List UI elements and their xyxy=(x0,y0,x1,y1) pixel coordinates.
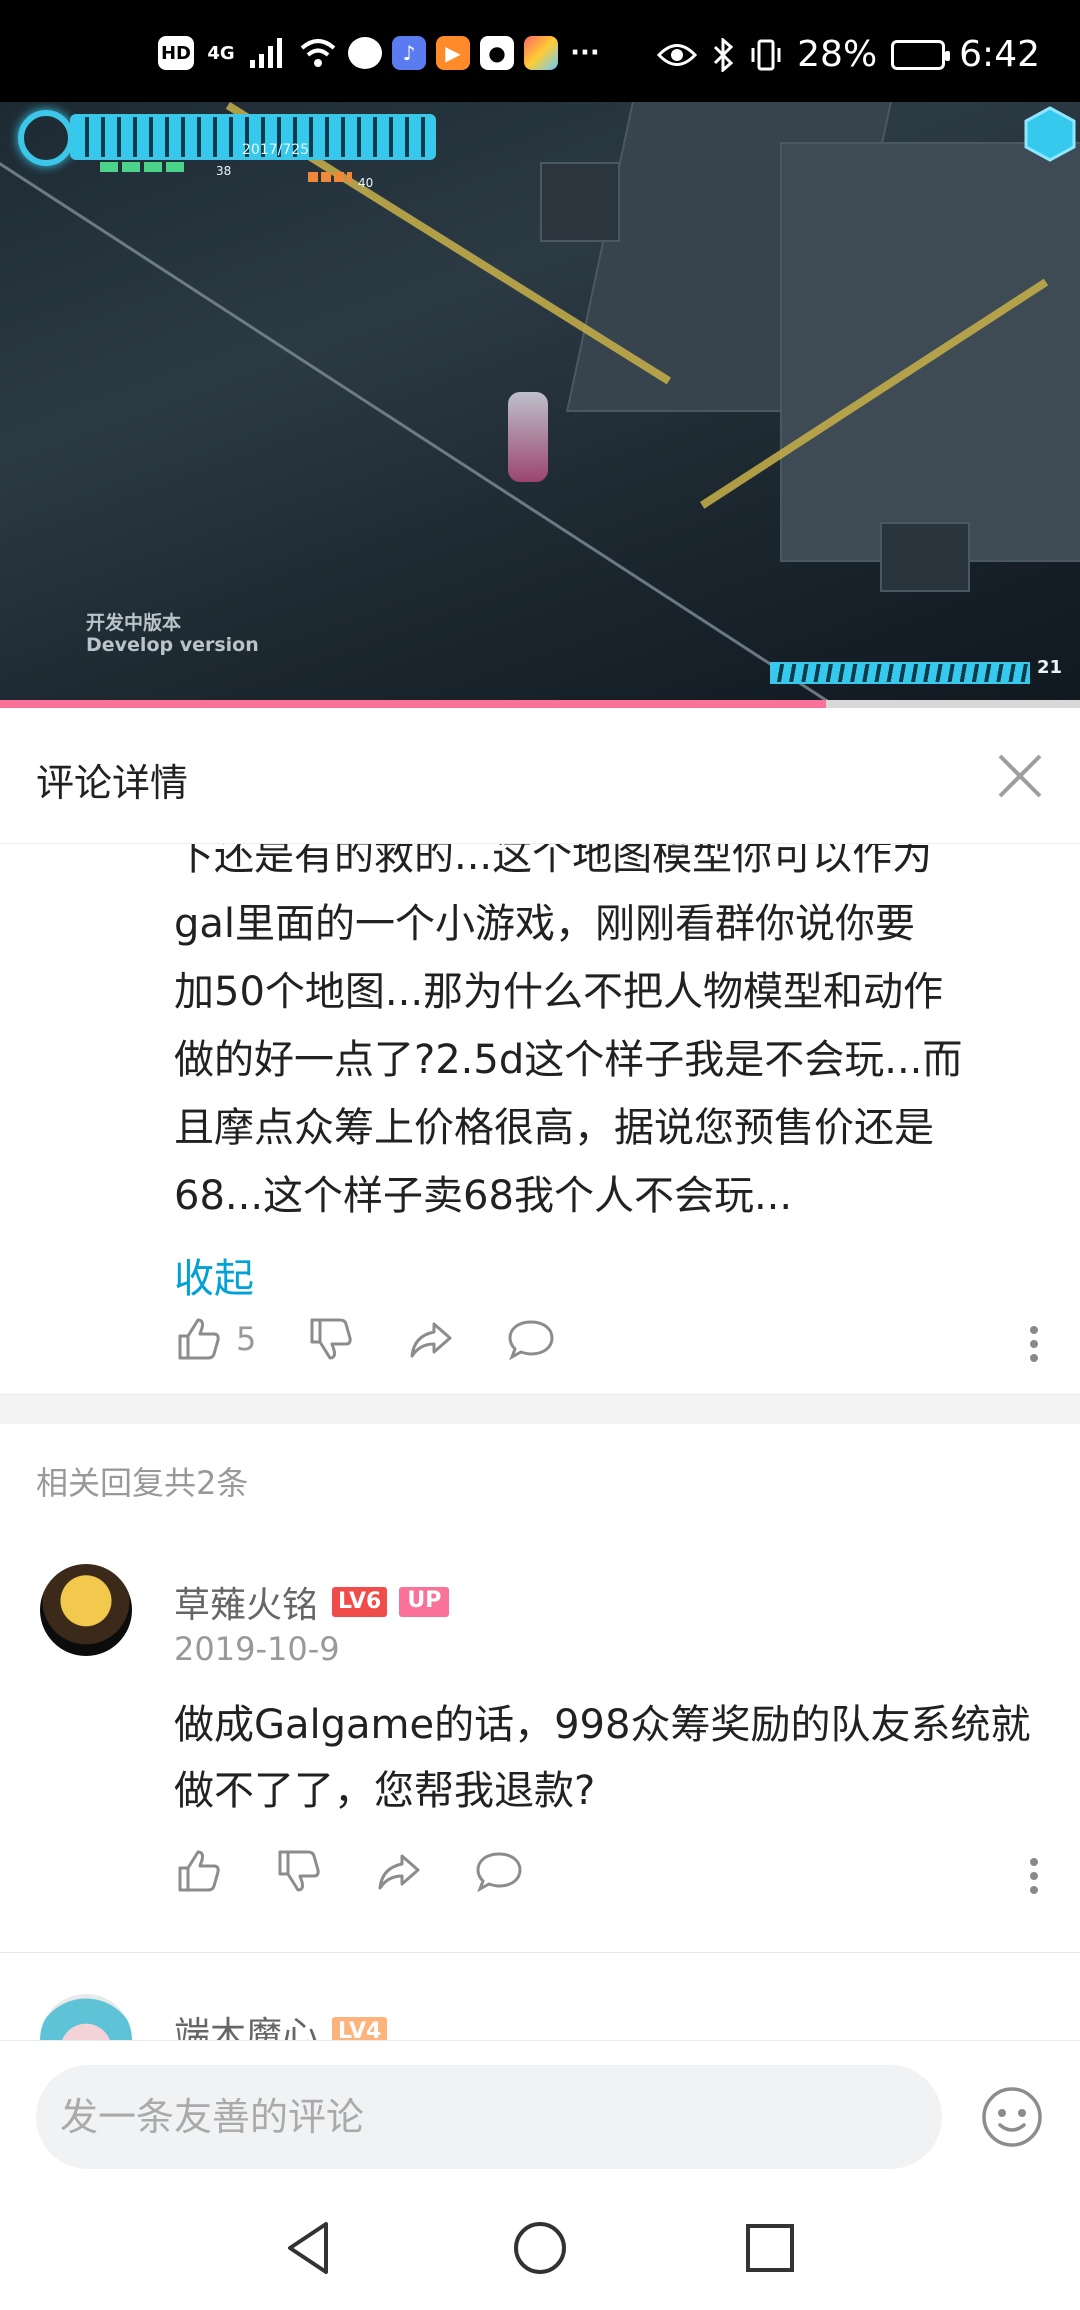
share-button[interactable] xyxy=(374,1846,424,1896)
reply-username[interactable]: 端木魔心 LV4 xyxy=(174,2006,388,2040)
more-notifications: ··· xyxy=(570,38,600,68)
wifi-icon xyxy=(300,39,336,67)
reply-button[interactable] xyxy=(506,1314,556,1364)
wechat-icon: ● xyxy=(480,36,514,70)
vibrate-icon xyxy=(751,39,781,70)
page-title: 评论详情 xyxy=(36,761,189,805)
level-badge: LV6 xyxy=(332,1587,388,1617)
develop-watermark: 开发中版本 Develop version xyxy=(86,612,259,656)
thumbs-down-icon xyxy=(310,1318,353,1360)
reply-divider xyxy=(0,1952,1080,1953)
collapse-link[interactable]: 收起 xyxy=(174,1246,254,1304)
level-badge: LV4 xyxy=(332,2017,388,2040)
reply-text: 做成Galgame的话，998众筹奖励的队友系统就做不了了，您帮我退款? xyxy=(174,1702,1031,1814)
home-icon[interactable] xyxy=(508,2216,572,2280)
thumbs-up-icon xyxy=(178,1318,220,1360)
recents-icon[interactable] xyxy=(738,2216,802,2280)
comment-scroll-area[interactable]: 下还是有的救的...这个地图模型你可以作为 gal里面的一个小游戏，刚刚看群你说… xyxy=(0,844,1080,2040)
section-divider xyxy=(0,1394,1080,1424)
signal-icon xyxy=(250,38,282,68)
hud-left-value: 38 xyxy=(216,164,232,178)
like-button[interactable] xyxy=(174,1846,224,1896)
like-button[interactable]: 5 xyxy=(174,1314,256,1364)
emoji-icon[interactable] xyxy=(980,2085,1044,2149)
comment-input-bar xyxy=(0,2040,1080,2190)
reply-actions xyxy=(174,1846,574,1896)
video-player[interactable]: 2017/725 38 40 21 开发中版本 Develop version xyxy=(0,102,1080,708)
status-bar: HD 4G ♪ ▶ ● ··· 28% 6:42 xyxy=(0,0,1080,102)
scene-box xyxy=(880,522,970,592)
app-icon-2 xyxy=(524,36,558,70)
close-icon[interactable] xyxy=(994,750,1046,802)
like-count: 5 xyxy=(236,1320,257,1358)
comment-icon xyxy=(476,1852,522,1893)
watermark-line2: Develop version xyxy=(86,634,259,656)
hud-green-segments xyxy=(100,162,184,172)
hd-icon: HD xyxy=(158,36,194,70)
replies-count-label: 相关回复共2条 xyxy=(36,1464,249,1502)
comment-input[interactable] xyxy=(36,2065,942,2169)
battery-icon xyxy=(891,39,951,70)
thumbs-up-icon xyxy=(178,1850,220,1892)
hud-orange-segments xyxy=(308,172,352,182)
hud-hp-text: 2017/725 xyxy=(242,142,310,158)
eye-icon xyxy=(657,43,698,66)
more-options-icon[interactable] xyxy=(1028,1852,1040,1900)
status-right-icons: 28% 6:42 xyxy=(657,34,1040,75)
main-comment-text: 下还是有的救的...这个地图模型你可以作为 gal里面的一个小游戏，刚刚看群你说… xyxy=(174,844,963,1219)
video-app-icon: ▶ xyxy=(436,36,470,70)
system-nav-bar xyxy=(0,2190,1080,2310)
dislike-button[interactable] xyxy=(274,1846,324,1896)
avatar[interactable] xyxy=(40,1994,132,2040)
share-button[interactable] xyxy=(406,1314,456,1364)
back-icon[interactable] xyxy=(278,2216,342,2280)
music-icon: ♪ xyxy=(392,36,426,70)
video-progress-bar[interactable] xyxy=(0,700,1080,708)
avatar[interactable] xyxy=(40,1564,132,1656)
share-icon xyxy=(378,1854,420,1890)
scene-crate xyxy=(540,162,620,242)
hud-ammo-count: 21 xyxy=(1036,657,1062,678)
network-label: 4G xyxy=(207,42,235,64)
app-icon-1 xyxy=(348,37,382,69)
hud-right-value: 40 xyxy=(358,176,374,190)
reply-username[interactable]: 草薙火铭 LV6 UP xyxy=(174,1576,450,1628)
hud-ring-icon xyxy=(18,110,74,166)
share-icon xyxy=(410,1322,452,1358)
battery-percent: 28% xyxy=(797,34,878,75)
reply-button[interactable] xyxy=(474,1846,524,1896)
more-options-icon[interactable] xyxy=(1028,1320,1040,1368)
watermark-line1: 开发中版本 xyxy=(86,612,182,634)
game-character xyxy=(508,392,548,482)
hud-ammo-bar xyxy=(770,662,1030,684)
clock: 6:42 xyxy=(959,34,1040,75)
reply-date: 2019-10-9 xyxy=(174,1630,340,1668)
up-badge: UP xyxy=(399,1587,450,1617)
main-comment-actions: 5 xyxy=(174,1314,606,1364)
thumbs-down-icon xyxy=(278,1850,320,1892)
hud-hex-icon xyxy=(1024,106,1076,162)
video-progress-fill xyxy=(0,700,827,708)
comment-icon xyxy=(508,1320,554,1361)
username-text: 草薙火铭 xyxy=(174,1585,319,1626)
status-left-icons: HD 4G ♪ ▶ ● ··· xyxy=(158,36,602,70)
bluetooth-icon xyxy=(714,37,734,72)
username-text: 端木魔心 xyxy=(174,2015,319,2040)
comment-detail-header: 评论详情 xyxy=(0,708,1080,844)
dislike-button[interactable] xyxy=(306,1314,356,1364)
